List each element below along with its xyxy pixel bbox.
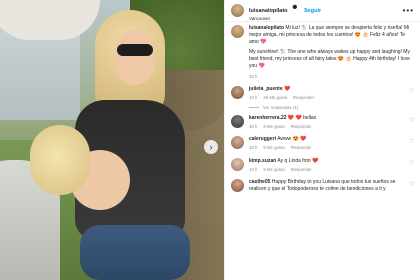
next-photo-button[interactable]: › <box>204 140 218 154</box>
comment-text: Happy Birthday to you Luisana que todos … <box>249 179 396 193</box>
post-header: luisanalopilato • Seguir Vancouver ••• <box>225 0 420 22</box>
header-text: luisanalopilato • Seguir Vancouver <box>249 0 403 21</box>
caption-text-en: My sunshine! 🐩 The one who always wakes … <box>249 49 410 69</box>
side-panel: luisanalopilato • Seguir Vancouver ••• l… <box>224 0 420 280</box>
comment-avatar[interactable] <box>231 114 244 128</box>
comment-row: caleruggeri Awww 😍 ❤️ 18 h 5 Me gusta Resp… <box>231 136 414 151</box>
reply-button[interactable]: Responder <box>291 167 312 172</box>
comment-likes[interactable]: 5 Me gusta <box>263 167 284 172</box>
caption-avatar[interactable] <box>231 25 244 38</box>
photo-umbrella <box>0 0 100 40</box>
comment-row: julieta_puente ❤️ 18 h 46 Me gusta Respond… <box>231 86 414 101</box>
comment-likes[interactable]: 46 Me gusta <box>263 95 287 100</box>
comment-row: karenherrera.22 ❤️ ❤️ bellas 18 h 5 Me gu… <box>231 114 414 130</box>
comment-time: 18 h <box>249 166 258 172</box>
follow-button[interactable]: Seguir <box>304 8 321 14</box>
post-view: › luisanalopilato • Seguir Vancouver •••… <box>0 0 420 280</box>
post-photo: › <box>0 0 224 280</box>
comment-username[interactable]: julieta_puente <box>249 86 283 92</box>
chevron-right-icon: › <box>209 142 213 152</box>
caption: luisanalopilato Mi luz! 🐩 La que siempre… <box>231 25 414 79</box>
comment-username[interactable]: kimp.suzan <box>249 158 276 164</box>
like-heart-icon[interactable]: ♡ <box>409 138 414 145</box>
like-heart-icon[interactable]: ♡ <box>409 117 414 124</box>
comments-scroll[interactable]: luisanalopilato Mi luz! 🐩 La que siempre… <box>225 22 420 280</box>
reply-button[interactable]: Responder <box>291 145 312 150</box>
comment-avatar[interactable] <box>231 86 244 100</box>
reply-button[interactable]: Responder <box>293 95 314 100</box>
comment-avatar[interactable] <box>231 136 244 150</box>
photo-legs <box>80 225 190 280</box>
comment-text: Awww 😍 ❤️ <box>277 136 307 143</box>
avatar[interactable] <box>231 4 244 17</box>
caption-username[interactable]: luisanalopilato <box>249 25 284 31</box>
comment-time: 18 h <box>249 123 258 129</box>
like-heart-icon[interactable]: ♡ <box>409 88 414 95</box>
like-heart-icon[interactable]: ♡ <box>409 160 414 167</box>
photo-child <box>30 125 90 195</box>
author-username[interactable]: luisanalopilato <box>249 8 288 14</box>
comment-avatar[interactable] <box>231 157 244 171</box>
comment-text: ❤️ ❤️ bellas <box>287 114 317 121</box>
comment-likes[interactable]: 5 Me gusta <box>263 145 284 150</box>
comment-username[interactable]: karenherrera.22 <box>249 115 287 121</box>
photo-woman-face <box>115 30 155 85</box>
comment-time: 18 h <box>249 95 258 101</box>
comment-avatar[interactable] <box>231 179 244 193</box>
location-label[interactable]: Vancouver <box>249 16 403 22</box>
like-heart-icon[interactable]: ♡ <box>409 181 414 188</box>
comment-text: ❤️ <box>284 86 291 93</box>
comment-username[interactable]: casthe05 <box>249 179 270 185</box>
comment-likes[interactable]: 5 Me gusta <box>263 124 284 129</box>
reply-button[interactable]: Responder <box>291 124 312 129</box>
comment-text: Ay q Linda foto ❤️ <box>277 157 319 164</box>
comment-row: casthe05 Happy Birthday to you Luisana q… <box>231 179 414 193</box>
view-replies-button[interactable]: Ver respuestas (1) <box>249 105 414 110</box>
comment-time: 18 h <box>249 145 258 151</box>
comment-username[interactable]: caleruggeri <box>249 136 276 142</box>
more-options-icon[interactable]: ••• <box>403 6 414 15</box>
caption-time: 18 h <box>249 73 258 79</box>
comment-row: kimp.suzan Ay q Linda foto ❤️ 18 h 5 Me g… <box>231 157 414 173</box>
photo-sunglasses <box>117 44 153 56</box>
